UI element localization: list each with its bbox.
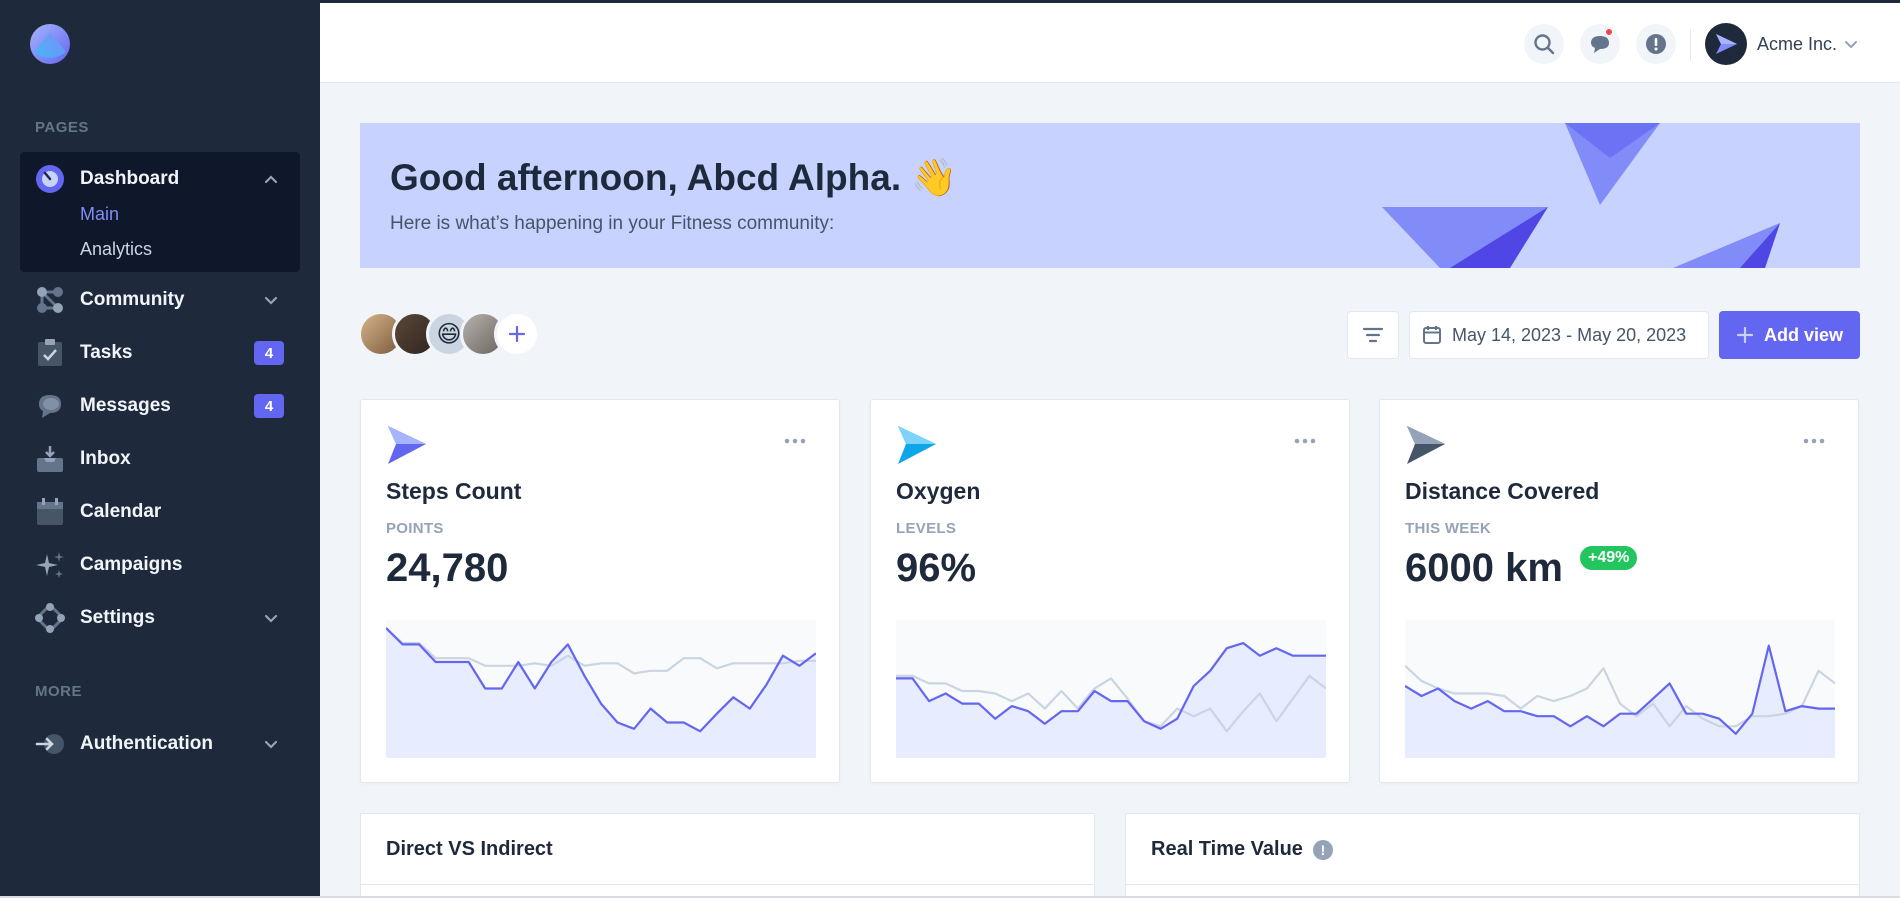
welcome-banner: Good afternoon, Abcd Alpha. 👋 Here is wh… [360,123,1860,268]
filter-icon [1362,327,1384,343]
sidebar-item-label: Dashboard [80,168,180,189]
chevron-down-icon [264,614,278,623]
paper-plane-icon [898,426,936,464]
sidebar-item-inbox[interactable]: Inbox [34,442,290,476]
header-divider [1690,29,1691,61]
oxygen-line-chart [896,620,1326,758]
card-caption: THIS WEEK [1405,520,1492,537]
chevron-up-icon [264,175,278,184]
card-caption: POINTS [386,520,444,537]
chevron-down-icon [1845,41,1858,49]
panel-title: Real Time Value ! [1151,838,1333,861]
paper-plane-icon [1716,34,1737,54]
steps-line-chart [386,620,816,758]
oxygen-card: Oxygen LEVELS 96% [870,399,1350,783]
search-button[interactable] [1524,24,1564,64]
more-section-title: MORE [35,683,82,700]
app-logo-icon[interactable] [30,24,70,64]
help-button[interactable] [1636,24,1676,64]
sidebar-item-label: Messages [80,395,171,416]
account-avatar [1705,23,1747,65]
more-options-icon[interactable] [1802,436,1826,446]
card-value: 6000 km [1405,546,1563,590]
distance-covered-card: Distance Covered THIS WEEK 6000 km +49% [1379,399,1859,783]
inbox-icon [34,443,66,475]
search-icon [1534,34,1555,55]
more-options-icon[interactable] [783,436,807,446]
distance-line-chart [1405,620,1835,758]
greeting-title: Good afternoon, Abcd Alpha. 👋 [390,157,958,198]
greeting-subtitle: Here is what’s happening in your Fitness… [390,213,835,234]
authentication-icon [34,728,66,760]
sidebar-item-label: Tasks [80,342,133,363]
sidebar-item-settings[interactable]: Settings [34,601,290,635]
sidebar-item-tasks[interactable]: Tasks 4 [34,336,290,370]
date-range-value: May 14, 2023 - May 20, 2023 [1452,324,1687,345]
real-time-value-panel: Real Time Value ! [1125,813,1860,896]
card-title: Oxygen [896,478,981,504]
sidebar-item-calendar[interactable]: Calendar [34,495,290,529]
plus-icon [1736,326,1754,344]
steps-count-card: Steps Count POINTS 24,780 [360,399,840,783]
tasks-icon [34,337,66,369]
delta-badge: +49% [1580,546,1638,570]
panel-title: Direct VS Indirect [386,838,553,861]
sidebar-item-messages[interactable]: Messages 4 [34,389,290,423]
calendar-icon [1423,326,1441,344]
card-caption: LEVELS [896,520,957,537]
card-title: Steps Count [386,478,522,504]
settings-icon [34,602,66,634]
info-icon[interactable]: ! [1312,839,1333,860]
date-range-picker[interactable]: May 14, 2023 - May 20, 2023 [1409,311,1709,359]
chat-icon [1591,36,1609,53]
app-window: PAGES Dashboard Main Analytics Community… [0,0,1900,896]
sidebar: PAGES Dashboard Main Analytics Community… [0,3,320,896]
sidebar-item-label: Authentication [80,733,213,754]
messages-icon [34,390,66,422]
pages-section-title: PAGES [35,119,89,136]
notification-dot [1605,28,1613,36]
card-title: Distance Covered [1405,478,1600,504]
top-header: Acme Inc. [320,3,1900,83]
panel-divider [1126,884,1859,885]
messages-count-badge: 4 [254,394,284,418]
more-options-icon[interactable] [1293,436,1317,446]
sidebar-subitem-analytics[interactable]: Analytics [80,239,152,260]
account-menu[interactable]: Acme Inc. [1705,23,1859,65]
sidebar-item-community[interactable]: Community [34,283,290,317]
filter-button[interactable] [1347,311,1399,359]
sidebar-item-label: Inbox [80,448,131,469]
add-view-label: Add view [1763,324,1843,345]
chevron-down-icon [264,740,278,749]
dashboard-icon [34,163,66,195]
info-icon [1646,34,1666,54]
paper-plane-icon [1407,426,1445,464]
paper-plane-icon [388,426,426,464]
member-avatars: 😄 [358,311,540,357]
campaigns-icon [34,549,66,581]
direct-vs-indirect-panel: Direct VS Indirect [360,813,1095,896]
chevron-down-icon [264,296,278,305]
sidebar-item-label: Settings [80,607,155,628]
sidebar-item-label: Calendar [80,501,162,522]
account-name: Acme Inc. [1757,33,1838,54]
card-value: 96% [896,546,977,590]
sidebar-item-campaigns[interactable]: Campaigns [34,548,290,582]
sidebar-item-authentication[interactable]: Authentication [34,727,290,761]
calendar-icon [34,496,66,528]
card-value: 24,780 [386,546,509,590]
plus-icon [508,325,526,343]
add-view-button[interactable]: Add view [1719,311,1860,359]
tasks-count-badge: 4 [254,341,284,365]
sidebar-item-dashboard[interactable]: Dashboard [34,162,290,196]
sidebar-item-label: Campaigns [80,554,183,575]
panel-title-text: Direct VS Indirect [386,838,553,860]
sidebar-subitem-main[interactable]: Main [80,204,119,225]
sidebar-item-label: Community [80,289,185,310]
messages-button[interactable] [1580,24,1620,64]
add-member-button[interactable] [494,311,540,357]
panel-divider [361,884,1094,885]
panel-title-text: Real Time Value [1151,838,1303,860]
community-icon [34,284,66,316]
